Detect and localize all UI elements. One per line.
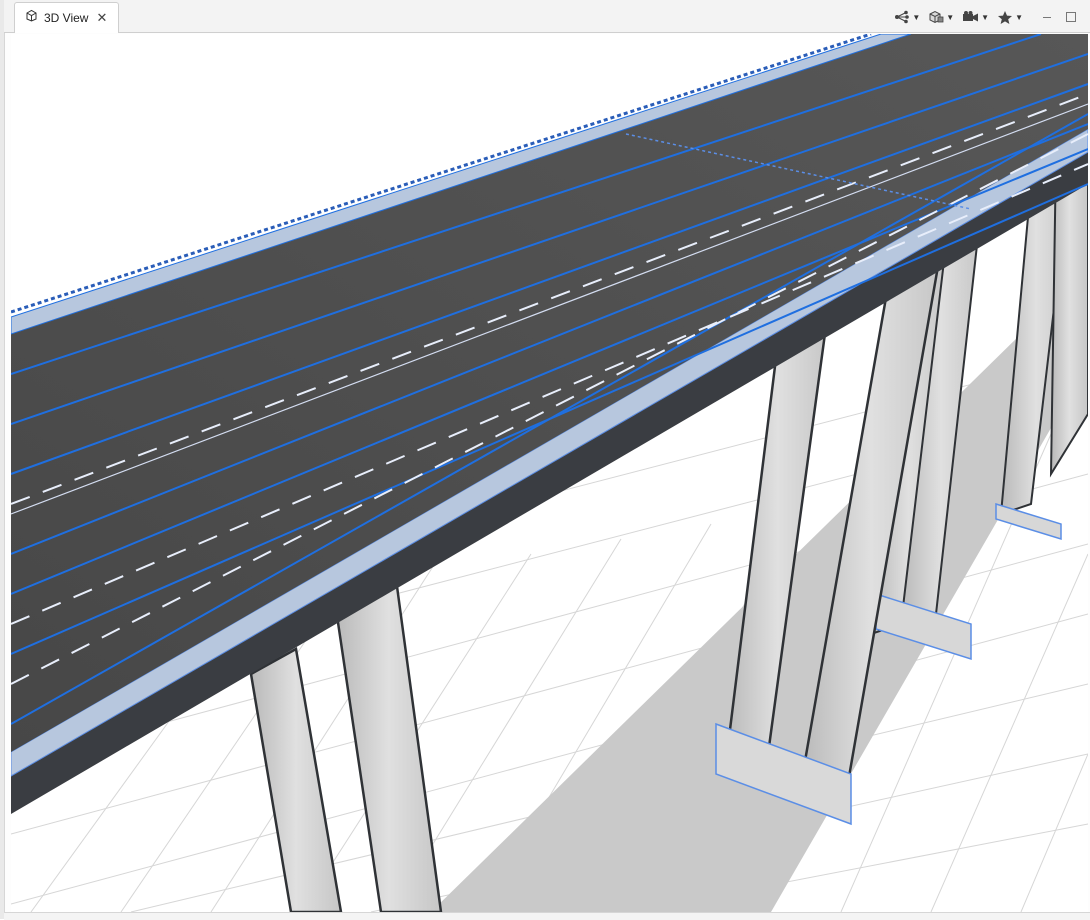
tab-3d-view[interactable]: 3D View ✕ xyxy=(14,2,119,33)
tab-label: 3D View xyxy=(44,11,89,25)
left-panel-edge xyxy=(0,0,5,919)
favorites-button[interactable]: ▼ xyxy=(994,6,1026,28)
chevron-down-icon[interactable]: ▼ xyxy=(912,13,920,22)
cube-icon xyxy=(25,9,38,27)
camera-icon xyxy=(963,11,979,22)
maximize-button[interactable] xyxy=(1060,6,1082,28)
star-icon xyxy=(998,10,1013,24)
display-mode-button[interactable]: ▼ xyxy=(925,6,957,28)
graph-nodes-button[interactable]: ▼ xyxy=(891,6,923,28)
minimize-icon xyxy=(1043,17,1051,18)
tab-bar: 3D View ✕ ▼ ▼ ▼ ▼ xyxy=(4,0,1090,33)
bridge-scene xyxy=(11,34,1088,912)
graph-nodes-icon xyxy=(895,10,910,24)
minimize-button[interactable] xyxy=(1036,6,1058,28)
chevron-down-icon[interactable]: ▼ xyxy=(1015,13,1023,22)
chevron-down-icon[interactable]: ▼ xyxy=(981,13,989,22)
3d-viewport[interactable] xyxy=(11,34,1088,912)
maximize-icon xyxy=(1066,12,1076,22)
box-display-icon xyxy=(929,10,944,24)
chevron-down-icon[interactable]: ▼ xyxy=(946,13,954,22)
close-icon[interactable]: ✕ xyxy=(96,10,107,26)
view-toolbar: ▼ ▼ ▼ ▼ xyxy=(891,6,1082,28)
camera-button[interactable]: ▼ xyxy=(959,6,992,28)
viewer-window: 3D View ✕ ▼ ▼ ▼ ▼ xyxy=(0,0,1090,920)
